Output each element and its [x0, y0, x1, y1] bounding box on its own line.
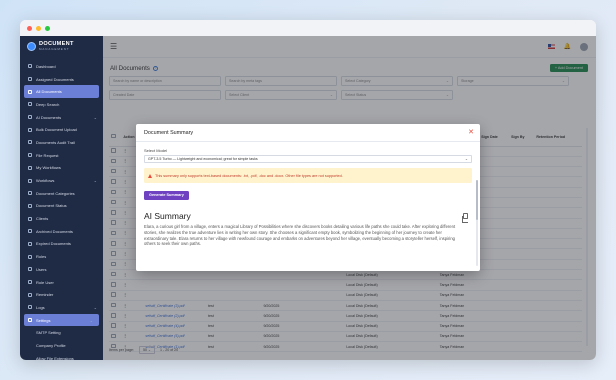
- sidebar-item-label: SMTP Setting: [36, 330, 61, 336]
- ai-summary-section: AI Summary Elara, a curious girl from a …: [144, 208, 472, 247]
- sidebar-item-label: Workflows: [36, 178, 55, 184]
- documents-icon: [28, 89, 32, 94]
- audit-icon: [28, 140, 32, 145]
- sidebar-item-label: Settings: [36, 317, 51, 323]
- sidebar-item-logs[interactable]: Logs ⌄: [20, 301, 103, 314]
- sidebar-item-label: Role User: [36, 279, 54, 285]
- ai-summary-title: AI Summary: [144, 211, 191, 221]
- modal-scrollbar[interactable]: [476, 180, 478, 266]
- model-select-value: GPT-3.5 Turbo — Lightweight and economic…: [148, 157, 258, 161]
- expired-icon: [28, 241, 32, 246]
- sidebar-item-label: Users: [36, 266, 47, 272]
- model-label: Select Model: [144, 148, 168, 153]
- sidebar-item-workflows[interactable]: Workflows ⌄: [20, 174, 103, 187]
- archive-icon: [28, 229, 32, 234]
- sidebar-item-roles[interactable]: Roles: [20, 250, 103, 263]
- workflows-icon: [28, 178, 32, 183]
- status-icon: [28, 203, 32, 208]
- copy-icon[interactable]: [462, 213, 468, 223]
- sidebar-item-label: Logs: [36, 304, 45, 310]
- close-window-button[interactable]: [27, 25, 32, 31]
- sidebar: DOCUMENT MANAGEMENT Dashboard Assigned Do…: [20, 36, 103, 360]
- sidebar-item-users[interactable]: Users: [20, 263, 103, 276]
- maximize-window-button[interactable]: [45, 25, 50, 31]
- sidebar-item-label: Clients: [36, 216, 49, 222]
- sidebar-item-label: Allow File Extensions: [36, 355, 74, 360]
- sidebar-item-settings[interactable]: Settings ⌄: [24, 313, 99, 327]
- logs-icon: [28, 305, 32, 310]
- sidebar-item-bulk-document-upload[interactable]: Bulk Document Upload: [20, 123, 103, 136]
- chevron-down-icon: ⌄: [89, 317, 93, 323]
- chevron-down-icon: ⌄: [93, 304, 97, 310]
- modal-title: Document Summary: [144, 129, 194, 136]
- sidebar-item-expired-documents[interactable]: Expired Documents: [20, 238, 103, 251]
- sidebar-item-label: Dashboard: [36, 63, 56, 69]
- sidebar-item-reminder[interactable]: Reminder: [20, 288, 103, 301]
- sidebar-item-assigned-documents[interactable]: Assigned Documents: [20, 73, 103, 86]
- sidebar-item-label: My Workflows: [36, 165, 61, 171]
- sidebar-item-label: Documents Audit Trail: [36, 139, 75, 145]
- users-icon: [28, 267, 32, 272]
- upload-icon: [28, 127, 32, 132]
- sidebar-item-all-documents[interactable]: All Documents: [24, 85, 99, 99]
- sidebar-item-document-categories[interactable]: Document Categories: [20, 187, 103, 200]
- sidebar-item-ai-documents[interactable]: AI Documents ⌄: [20, 111, 103, 124]
- settings-icon: [28, 318, 32, 323]
- warning-alert: This summary only supports text-based do…: [144, 168, 472, 183]
- sidebar-item-file-request[interactable]: File Request: [20, 149, 103, 162]
- roles-icon: [28, 254, 32, 259]
- sidebar-item-label: Archived Documents: [36, 228, 73, 234]
- sidebar-item-dashboard[interactable]: Dashboard: [20, 60, 103, 73]
- search-icon: [28, 102, 32, 107]
- sidebar-item-document-status[interactable]: Document Status: [20, 200, 103, 213]
- sidebar-item-allow-file-extensions[interactable]: Allow File Extensions: [20, 352, 103, 360]
- role-user-icon: [28, 280, 32, 285]
- reminder-icon: [28, 292, 32, 297]
- sidebar-item-label: Document Categories: [36, 190, 75, 196]
- logo-subtitle: MANAGEMENT: [39, 46, 70, 51]
- sidebar-nav: Dashboard Assigned Documents All Documents…: [20, 60, 103, 360]
- clients-icon: [28, 216, 32, 221]
- sidebar-item-label: Company Profile: [36, 342, 66, 348]
- dashboard-icon: [28, 64, 32, 69]
- ai-icon: [28, 115, 32, 120]
- close-icon[interactable]: ✕: [468, 129, 474, 136]
- sidebar-item-label: Reminder: [36, 292, 54, 298]
- file-request-icon: [28, 153, 32, 158]
- window-titlebar: [20, 20, 596, 36]
- sidebar-item-archived-documents[interactable]: Archived Documents: [20, 225, 103, 238]
- chevron-down-icon: ⌄: [464, 157, 468, 161]
- sidebar-item-label: Expired Documents: [36, 241, 71, 247]
- minimize-window-button[interactable]: [36, 25, 41, 31]
- sidebar-item-label: Assigned Documents: [36, 76, 74, 82]
- chevron-down-icon: ⌄: [93, 178, 97, 184]
- sidebar-item-label: Bulk Document Upload: [36, 127, 77, 133]
- chevron-down-icon: ⌄: [93, 114, 97, 120]
- workflow-icon: [28, 165, 32, 170]
- logo[interactable]: DOCUMENT MANAGEMENT: [20, 36, 103, 55]
- warning-icon: [148, 173, 152, 178]
- sidebar-item-label: All Documents: [36, 89, 62, 95]
- sidebar-item-label: AI Documents: [36, 114, 62, 120]
- sidebar-item-clients[interactable]: Clients: [20, 212, 103, 225]
- sidebar-item-label: Document Status: [36, 203, 67, 209]
- model-select[interactable]: GPT-3.5 Turbo — Lightweight and economic…: [144, 155, 472, 163]
- sidebar-item-my-workflows[interactable]: My Workflows: [20, 162, 103, 175]
- sidebar-item-smtp-setting[interactable]: SMTP Setting: [20, 326, 103, 339]
- assigned-icon: [28, 77, 32, 82]
- sidebar-item-documents-audit-trail[interactable]: Documents Audit Trail: [20, 136, 103, 149]
- sidebar-item-deep-search[interactable]: Deep Search: [20, 98, 103, 111]
- document-summary-modal: Document Summary ✕ Select Model GPT-3.5 …: [136, 124, 480, 271]
- sidebar-item-label: File Request: [36, 152, 59, 158]
- sidebar-item-label: Deep Search: [36, 101, 60, 107]
- ai-summary-text: Elara, a curious girl from a village, en…: [144, 224, 456, 247]
- sidebar-item-label: Roles: [36, 254, 47, 260]
- warning-text: This summary only supports text-based do…: [155, 173, 343, 178]
- logo-icon: [27, 42, 36, 51]
- category-icon: [28, 191, 32, 196]
- generate-summary-button[interactable]: Generate Summary: [144, 190, 189, 200]
- sidebar-item-company-profile[interactable]: Company Profile: [20, 339, 103, 352]
- sidebar-item-role-user[interactable]: Role User: [20, 276, 103, 289]
